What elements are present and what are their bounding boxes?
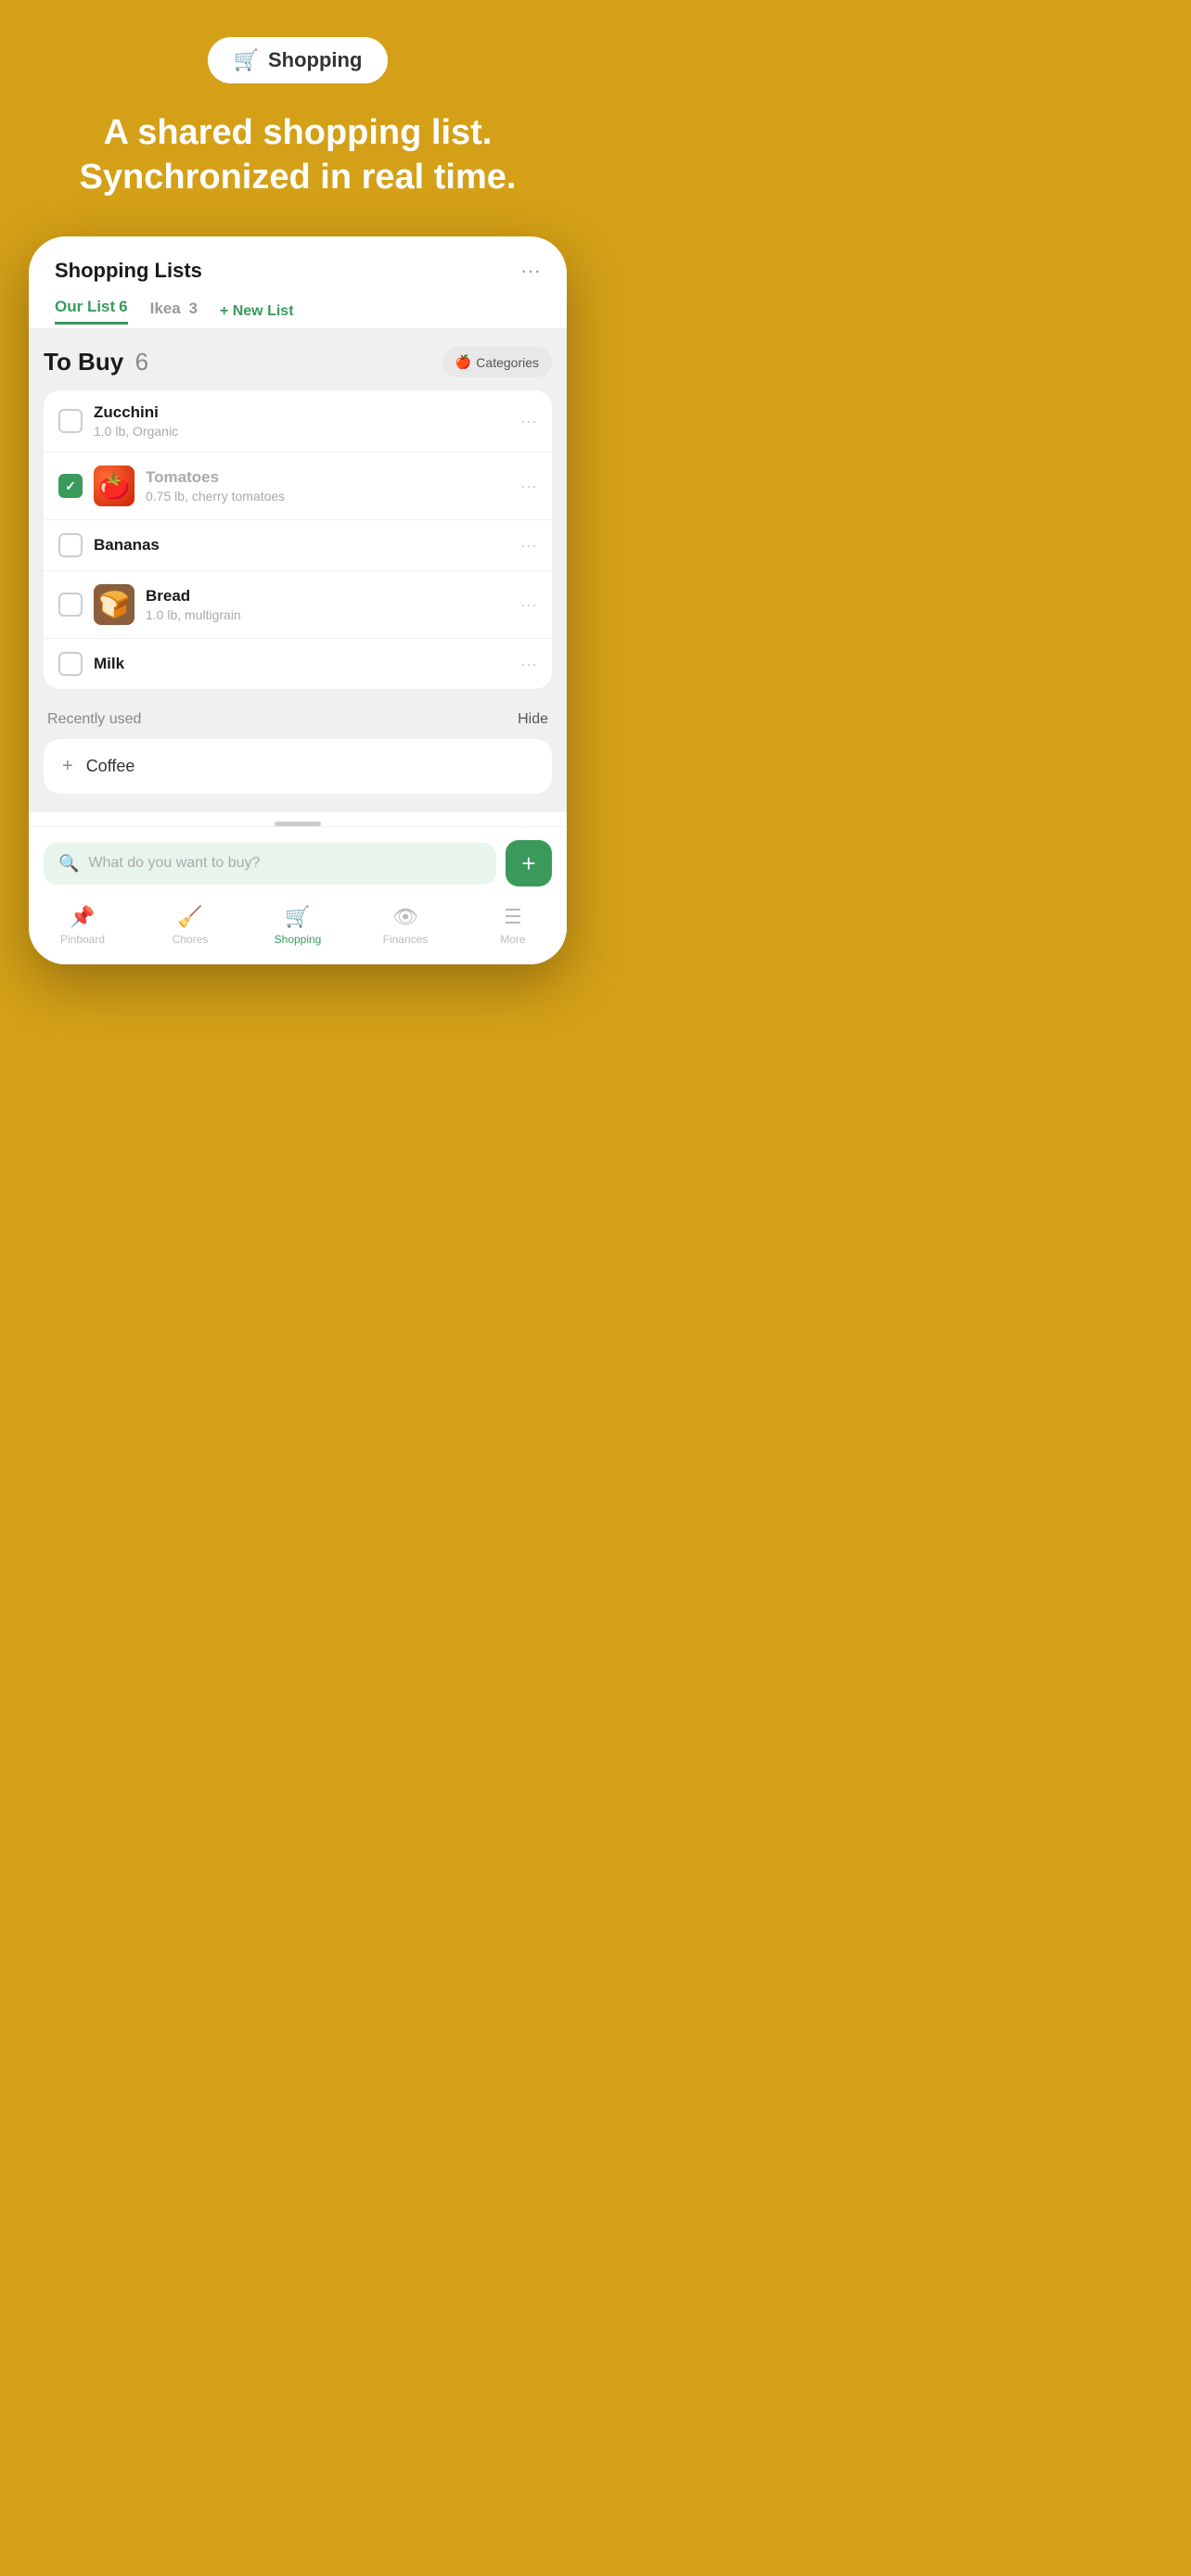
item-name: Zucchini: [94, 403, 509, 422]
bottom-nav: 📌 Pinboard 🧹 Chores 🛒 Shopping 👁 Finance…: [29, 896, 567, 964]
tab-our-list[interactable]: Our List6: [55, 298, 128, 325]
finances-icon: 👁: [392, 905, 418, 929]
item-more-button[interactable]: ···: [520, 477, 537, 496]
tobuy-header: To Buy 6 🍎 Categories: [44, 347, 552, 377]
search-input-wrap[interactable]: 🔍 What do you want to buy?: [44, 843, 496, 885]
recent-plus-icon: +: [62, 756, 73, 777]
nav-item-shopping[interactable]: 🛒 Shopping: [261, 905, 335, 946]
item-checkbox-zucchini[interactable]: [58, 409, 83, 433]
nav-label-finances: Finances: [383, 933, 429, 946]
recent-item-coffee[interactable]: + Coffee: [44, 739, 552, 794]
item-row: Zucchini 1.0 lb, Organic ···: [44, 390, 552, 453]
phone-frame: Shopping Lists ··· Our List6 Ikea 3 + Ne…: [29, 236, 567, 964]
nav-label-shopping: Shopping: [275, 933, 322, 946]
hide-button[interactable]: Hide: [518, 711, 548, 728]
nav-label-chores: Chores: [173, 933, 209, 946]
tab-new-list[interactable]: + New List: [220, 303, 294, 320]
add-item-button[interactable]: +: [506, 840, 552, 886]
tabs-bar: Our List6 Ikea 3 + New List: [55, 298, 541, 328]
item-name: Bread: [146, 587, 509, 606]
categories-label: Categories: [476, 355, 539, 370]
item-info-milk: Milk: [94, 655, 509, 673]
item-image-tomatoes: [94, 465, 134, 506]
item-checkbox-milk[interactable]: [58, 652, 83, 676]
page-title: Shopping Lists: [55, 259, 202, 283]
nav-label-more: More: [500, 933, 525, 946]
item-detail: 1.0 lb, Organic: [94, 424, 509, 439]
badge-label: Shopping: [268, 48, 362, 72]
recent-item-name: Coffee: [86, 757, 135, 776]
item-name: Bananas: [94, 536, 509, 555]
tobuy-title: To Buy: [44, 348, 123, 376]
item-name: Tomatoes: [146, 468, 509, 487]
main-content: To Buy 6 🍎 Categories Zucchini 1.0 lb, O…: [29, 328, 567, 812]
tobuy-count: 6: [135, 348, 148, 376]
shopping-badge: 🛒 Shopping: [208, 37, 389, 83]
phone-header-top: Shopping Lists ···: [55, 259, 541, 283]
hero-text: A shared shopping list. Synchronized in …: [37, 111, 558, 199]
item-info-bananas: Bananas: [94, 536, 509, 555]
search-input[interactable]: What do you want to buy?: [88, 855, 260, 872]
item-checkbox-bread[interactable]: [58, 593, 83, 617]
item-checkbox-bananas[interactable]: [58, 533, 83, 557]
nav-item-pinboard[interactable]: 📌 Pinboard: [45, 905, 120, 946]
search-icon: 🔍: [58, 854, 79, 874]
phone-header: Shopping Lists ··· Our List6 Ikea 3 + Ne…: [29, 236, 567, 328]
item-more-button[interactable]: ···: [520, 595, 537, 615]
categories-button[interactable]: 🍎 Categories: [442, 347, 552, 377]
item-info-tomatoes: Tomatoes 0.75 lb, cherry tomatoes: [146, 468, 509, 504]
cart-icon: 🛒: [234, 48, 259, 72]
item-more-button[interactable]: ···: [520, 655, 537, 674]
more-icon: ☰: [504, 905, 522, 929]
chores-icon: 🧹: [177, 905, 202, 929]
item-row: Bananas ···: [44, 520, 552, 571]
item-more-button[interactable]: ···: [520, 412, 537, 431]
nav-item-finances[interactable]: 👁 Finances: [368, 905, 442, 946]
nav-item-more[interactable]: ☰ More: [476, 905, 550, 946]
item-name: Milk: [94, 655, 509, 673]
item-row: Tomatoes 0.75 lb, cherry tomatoes ···: [44, 453, 552, 520]
recently-used-label: Recently used: [47, 711, 141, 728]
tobuy-title-group: To Buy 6: [44, 348, 148, 376]
item-info-bread: Bread 1.0 lb, multigrain: [146, 587, 509, 622]
pinboard-icon: 📌: [70, 905, 95, 929]
shopping-items-card: Zucchini 1.0 lb, Organic ··· Tomatoes 0.…: [44, 390, 552, 689]
add-icon: +: [521, 851, 535, 875]
menu-dots-button[interactable]: ···: [520, 259, 541, 283]
recently-used-header: Recently used Hide: [44, 708, 552, 739]
shopping-icon: 🛒: [285, 905, 310, 929]
tab-ikea[interactable]: Ikea 3: [150, 300, 198, 324]
item-detail: 1.0 lb, multigrain: [146, 607, 509, 622]
item-checkbox-tomatoes[interactable]: [58, 474, 83, 498]
item-image-bread: [94, 584, 134, 625]
item-row: Milk ···: [44, 639, 552, 689]
nav-label-pinboard: Pinboard: [60, 933, 105, 946]
item-detail: 0.75 lb, cherry tomatoes: [146, 489, 509, 504]
bottom-search-bar: 🔍 What do you want to buy? +: [29, 826, 567, 896]
item-row: Bread 1.0 lb, multigrain ···: [44, 571, 552, 639]
item-more-button[interactable]: ···: [520, 536, 537, 555]
nav-item-chores[interactable]: 🧹 Chores: [153, 905, 227, 946]
categories-icon: 🍎: [455, 354, 471, 370]
item-info-zucchini: Zucchini 1.0 lb, Organic: [94, 403, 509, 439]
